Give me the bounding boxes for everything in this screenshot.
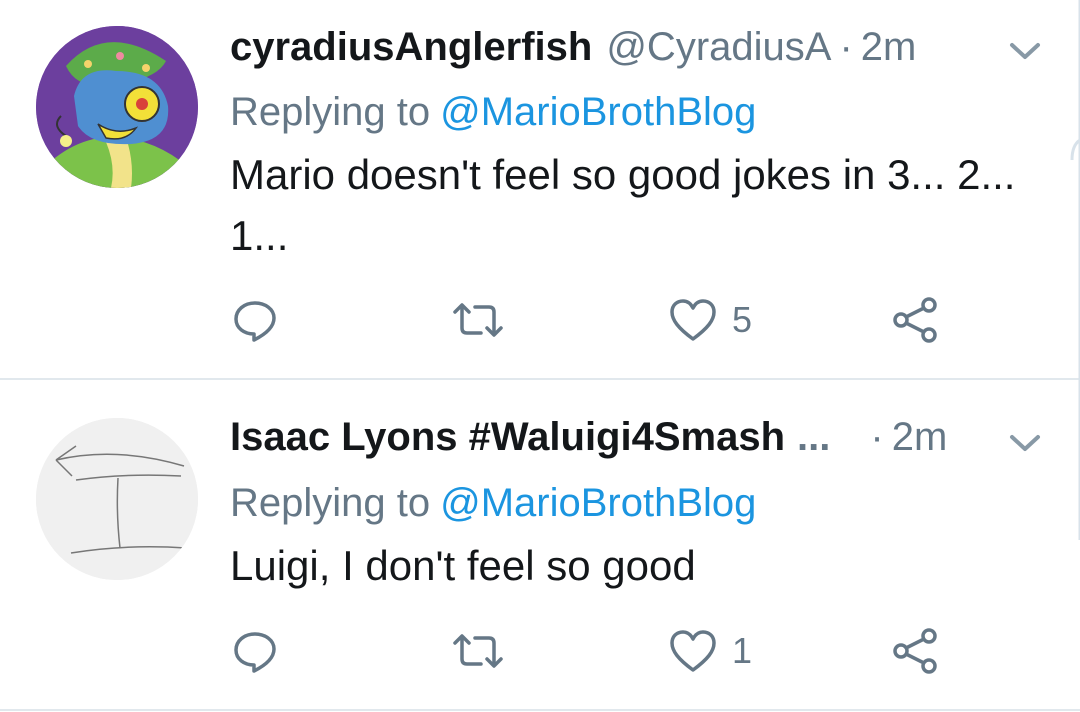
replying-mention[interactable]: @MarioBrothBlog [440, 481, 756, 525]
like-count: 1 [732, 630, 753, 671]
replying-prefix: Replying to [230, 481, 431, 525]
tweet-header: Isaac Lyons #Waluigi4Smash ... · 2m [230, 412, 990, 462]
share-button[interactable] [890, 290, 940, 350]
reply-icon [234, 301, 276, 342]
tweet[interactable]: cyradiusAnglerfish @CyradiusA · 2m Reply… [0, 0, 1080, 379]
display-name[interactable]: Isaac Lyons #Waluigi4Smash [230, 412, 785, 462]
chevron-down-icon[interactable] [1008, 432, 1042, 454]
timestamp[interactable]: 2m [892, 412, 948, 462]
heart-icon [670, 630, 716, 672]
replying-mention[interactable]: @MarioBrothBlog [440, 90, 756, 134]
reply-icon [234, 632, 276, 673]
tweet-actions: 5 [0, 290, 1080, 350]
replying-to-line: Replying to @MarioBrothBlog [230, 87, 756, 137]
share-button[interactable] [890, 621, 940, 681]
tweet-text: Mario doesn't feel so good jokes in 3...… [230, 151, 1016, 259]
retweet-button[interactable] [451, 621, 519, 681]
chevron-down-icon[interactable] [1008, 40, 1042, 62]
display-name[interactable]: cyradiusAnglerfish [230, 22, 592, 72]
replying-prefix: Replying to [230, 90, 431, 134]
scrollbar[interactable] [1068, 0, 1080, 540]
tweet[interactable]: Isaac Lyons #Waluigi4Smash ... · 2m Repl… [0, 380, 1080, 710]
avatar[interactable] [36, 418, 198, 580]
share-icon [893, 297, 937, 343]
reply-button[interactable] [232, 621, 292, 681]
tweet-text: Luigi, I don't feel so good [230, 542, 696, 589]
retweet-icon [453, 303, 503, 337]
replying-to-line: Replying to @MarioBrothBlog [230, 478, 756, 528]
name-truncation: ... [797, 415, 831, 459]
tweet-actions: 1 [0, 621, 1080, 681]
avatar-anglerfish-image [36, 26, 198, 188]
tweet-header: cyradiusAnglerfish @CyradiusA · 2m [230, 22, 990, 72]
like-button[interactable]: 5 [668, 290, 752, 350]
tweet-divider [0, 709, 1080, 711]
avatar-sketch-image [36, 418, 198, 580]
avatar[interactable] [36, 26, 198, 188]
like-count: 5 [732, 299, 753, 340]
separator-dot: · [870, 415, 884, 459]
heart-icon [670, 299, 716, 341]
tweet-feed: cyradiusAnglerfish @CyradiusA · 2m Reply… [0, 0, 1080, 712]
timestamp[interactable]: 2m [861, 22, 917, 72]
user-handle[interactable]: @CyradiusA [606, 22, 831, 72]
retweet-button[interactable] [451, 290, 519, 350]
reply-button[interactable] [232, 290, 292, 350]
share-icon [893, 628, 937, 674]
like-button[interactable]: 1 [668, 621, 752, 681]
separator-dot: · [839, 25, 853, 69]
retweet-icon [453, 634, 503, 668]
